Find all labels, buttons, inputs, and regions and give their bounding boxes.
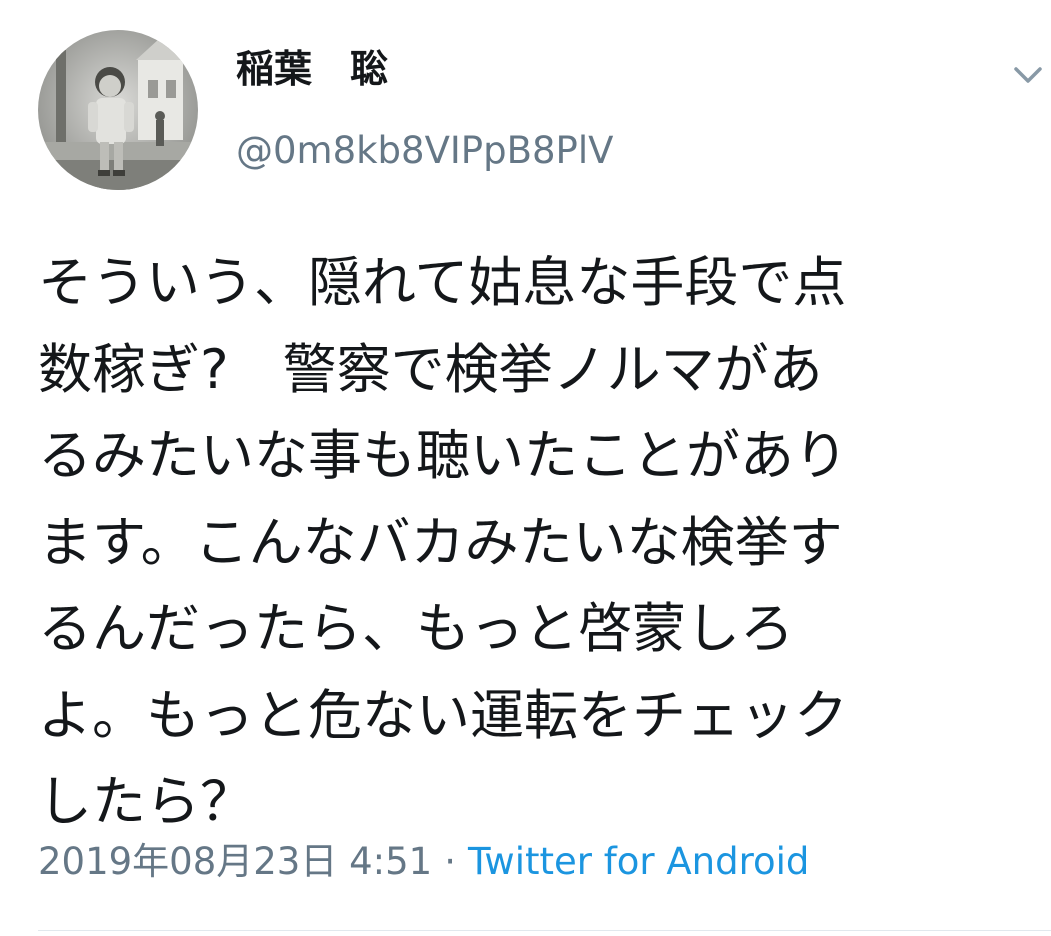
tweet-card: 稲葉 聡 @0m8kb8VIPpB8PlV そういう、隠れて姑息な手段で点 数稼… [0, 0, 1051, 936]
tweet-source-link[interactable]: Twitter for Android [468, 840, 809, 883]
tweet-text-line: るんだったら、もっと啓蒙しろ [38, 597, 794, 660]
tweet-text-line: るみたいな事も聴いたことがあり [38, 424, 848, 487]
tweet-text: そういう、隠れて姑息な手段で点 数稼ぎ? 警察で検挙ノルマがあ るみたいな事も聴… [38, 240, 1038, 846]
tweet-text-line: よ。もっと危ない運転をチェック [38, 683, 848, 747]
tweet-text-line: したら？ [38, 770, 254, 833]
author-display-name[interactable]: 稲葉 聡 [236, 46, 388, 92]
tweet-text-line: ます。こんなバカみたいな検挙す [38, 510, 843, 574]
author-handle[interactable]: @0m8kb8VIPpB8PlV [236, 128, 613, 174]
avatar[interactable] [38, 30, 198, 190]
tweet-text-line: 数稼ぎ? 警察で検挙ノルマがあ [38, 337, 823, 401]
avatar-photo [38, 30, 198, 190]
meta-separator: · [444, 840, 456, 883]
tweet-text-line: そういう、隠れて姑息な手段で点 [38, 251, 847, 314]
chevron-down-icon [1014, 67, 1042, 83]
tweet-meta: 2019年08月23日 4:51 · Twitter for Android [38, 838, 809, 886]
divider [38, 930, 1051, 931]
tweet-options-button[interactable] [1008, 58, 1048, 92]
tweet-timestamp[interactable]: 2019年08月23日 4:51 [38, 840, 432, 883]
